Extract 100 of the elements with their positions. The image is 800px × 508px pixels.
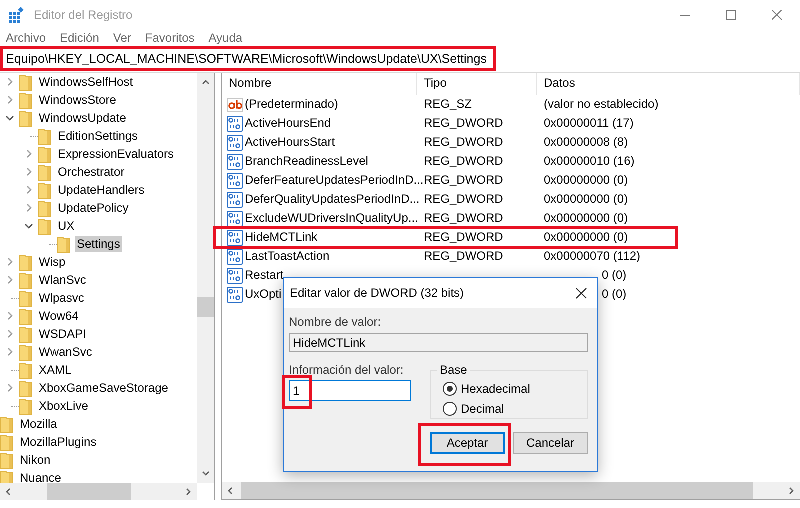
- folder-icon: [57, 236, 70, 252]
- collapse-icon[interactable]: [4, 113, 14, 123]
- menu-item[interactable]: Archivo: [6, 31, 46, 45]
- radio-button[interactable]: [443, 382, 457, 396]
- folder-icon: [19, 74, 32, 90]
- value-name[interactable]: ExcludeWUDriversInQualityUp...: [245, 212, 418, 225]
- value-data: 0x00000000 (0): [544, 193, 628, 206]
- scroll-thumb[interactable]: [47, 483, 131, 500]
- folder-icon: [19, 308, 32, 324]
- folder-icon: [38, 146, 51, 162]
- value-type: REG_DWORD: [424, 155, 504, 168]
- column-header[interactable]: Tipo: [417, 73, 537, 95]
- registry-icon: [8, 7, 24, 23]
- value-data: 0x00000010 (16): [544, 155, 635, 168]
- ok-button[interactable]: Aceptar: [430, 432, 505, 454]
- tree-item[interactable]: EditionSettings: [56, 128, 140, 144]
- value-name[interactable]: (Predeterminado): [245, 98, 338, 111]
- tree-item[interactable]: WlanSvc: [37, 272, 88, 288]
- tree-item[interactable]: WindowsStore: [37, 92, 118, 108]
- value-name[interactable]: ActiveHoursStart: [245, 136, 336, 149]
- tree-item[interactable]: UpdateHandlers: [56, 182, 147, 198]
- value-name[interactable]: ActiveHoursEnd: [245, 117, 332, 130]
- tree-item[interactable]: Wlpasvc: [37, 290, 86, 306]
- value-type: REG_DWORD: [424, 231, 504, 244]
- value-name[interactable]: DeferFeatureUpdatesPeriodInD...: [245, 174, 424, 187]
- value-type: REG_DWORD: [424, 212, 504, 225]
- field-label: Información del valor:: [289, 363, 405, 377]
- tree-item[interactable]: UpdatePolicy: [56, 200, 131, 216]
- folder-icon: [38, 182, 51, 198]
- scroll-thumb[interactable]: [197, 297, 214, 317]
- radio-label[interactable]: Decimal: [461, 402, 504, 416]
- tree-item[interactable]: Wow64: [37, 308, 81, 324]
- tree-item[interactable]: Wisp: [37, 254, 68, 270]
- tree-item[interactable]: Mozilla: [18, 416, 60, 432]
- tree-item[interactable]: MozillaPlugins: [18, 434, 99, 450]
- tree-item[interactable]: Nuance: [18, 470, 64, 483]
- folder-icon: [19, 362, 32, 378]
- tree-item[interactable]: ExpressionEvaluators: [56, 146, 176, 162]
- value-name[interactable]: DeferQualityUpdatesPeriodInD...: [245, 193, 420, 206]
- tree-item[interactable]: Orchestrator: [56, 164, 127, 180]
- folder-icon: [0, 416, 13, 432]
- value-type: REG_DWORD: [424, 136, 504, 149]
- group-label: Base: [439, 363, 468, 377]
- menu-item[interactable]: Favoritos: [145, 31, 195, 45]
- value-data: 0x00000070 (112): [544, 250, 641, 263]
- column-header[interactable]: Nombre: [222, 73, 417, 95]
- tree-item[interactable]: XboxGameSaveStorage: [37, 380, 170, 396]
- field-label: Nombre de valor:: [289, 315, 382, 329]
- address-field[interactable]: Equipo\HKEY_LOCAL_MACHINE\SOFTWARE\Microsoft\WindowsUpdate\UX\Settings: [6, 52, 487, 66]
- tree-item[interactable]: UX: [56, 218, 77, 234]
- value-name[interactable]: Restart: [245, 269, 284, 282]
- folder-icon: [0, 470, 13, 483]
- folder-icon: [19, 110, 32, 126]
- folder-icon: [0, 452, 13, 468]
- folder-icon: [38, 200, 51, 216]
- value-data: 0x00000000 (0): [544, 231, 628, 244]
- folder-icon: [19, 290, 32, 306]
- value-name[interactable]: HideMCTLink: [245, 231, 318, 244]
- folder-icon: [19, 272, 32, 288]
- folder-icon: [19, 344, 32, 360]
- tree-item[interactable]: Settings: [75, 236, 122, 252]
- tree-item[interactable]: WindowsUpdate: [37, 110, 128, 126]
- tree-item[interactable]: WwanSvc: [37, 344, 94, 360]
- tree-item[interactable]: Nikon: [18, 452, 53, 468]
- value-type: REG_DWORD: [424, 250, 504, 263]
- menu-item[interactable]: Edición: [60, 31, 100, 45]
- value-data: 0x00000011 (17): [544, 117, 634, 130]
- value-name[interactable]: UxOpti: [245, 288, 282, 301]
- radio-button[interactable]: [443, 402, 457, 416]
- value-field[interactable]: 1: [289, 380, 411, 401]
- folder-icon: [19, 326, 32, 342]
- value-data: 0x00000000 (0): [544, 174, 628, 187]
- tree-item[interactable]: XAML: [37, 362, 74, 378]
- close-icon: [772, 10, 782, 20]
- value-data: 0 (0): [602, 288, 627, 301]
- menu-item[interactable]: Ayuda: [208, 31, 243, 45]
- menu-item[interactable]: Ver: [113, 31, 132, 45]
- folder-icon: [38, 218, 51, 234]
- radio-label[interactable]: Hexadecimal: [461, 382, 530, 396]
- value-name[interactable]: BranchReadinessLevel: [245, 155, 368, 168]
- value-name[interactable]: LastToastAction: [245, 250, 330, 263]
- dialog-title: Editar valor de DWORD (32 bits): [290, 286, 464, 300]
- tree-item[interactable]: XboxLive: [37, 398, 90, 414]
- folder-icon: [0, 434, 13, 450]
- window-title: Editor del Registro: [34, 8, 133, 22]
- scrollbar[interactable]: [0, 483, 197, 500]
- value-type: REG_DWORD: [424, 117, 504, 130]
- tree-item[interactable]: WindowsSelfHost: [37, 74, 136, 90]
- folder-icon: [38, 128, 51, 144]
- collapse-icon[interactable]: [24, 221, 34, 231]
- column-header[interactable]: Datos: [537, 73, 800, 95]
- cancel-button[interactable]: Cancelar: [513, 432, 588, 454]
- close-icon[interactable]: [576, 288, 587, 298]
- folder-icon: [19, 398, 32, 414]
- tree-item[interactable]: WSDAPI: [37, 326, 88, 342]
- folder-icon: [19, 254, 32, 270]
- name-field[interactable]: HideMCTLink: [289, 333, 588, 352]
- folder-icon: [38, 164, 51, 180]
- maximize-icon: [726, 10, 736, 20]
- scrollbar[interactable]: [197, 73, 214, 483]
